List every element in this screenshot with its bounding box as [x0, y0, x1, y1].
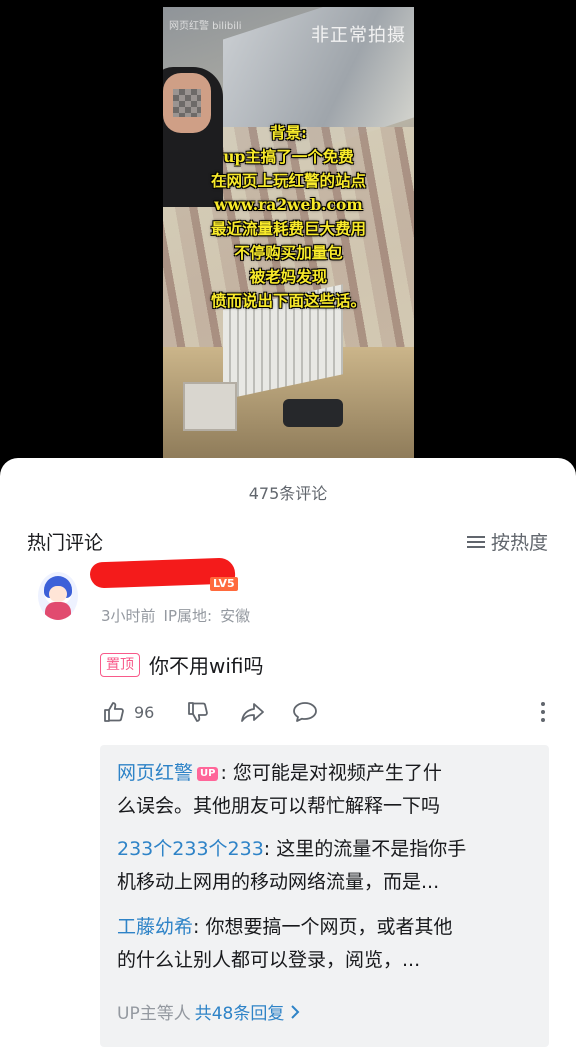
- avatar[interactable]: [38, 572, 78, 620]
- sort-by-heat-button[interactable]: 按热度: [466, 528, 548, 555]
- ip-location: 安徽: [220, 607, 251, 625]
- reply-text-cont: 么误会。其他朋友可以帮忙解释一下吗: [117, 795, 441, 817]
- reply-text: 您可能是对视频产生了什: [232, 762, 442, 784]
- share-icon: [241, 703, 264, 722]
- reply-author[interactable]: 233个233个233: [117, 838, 264, 860]
- like-count: 96: [134, 702, 155, 722]
- reply-summary[interactable]: UP主等人 共48条回复: [117, 999, 302, 1024]
- view-all-replies-link[interactable]: 共48条回复: [195, 999, 285, 1024]
- comment-meta: 3小时前 IP属地: 安徽: [101, 605, 250, 626]
- caption-line: 在网页上玩红警的站点: [210, 171, 366, 190]
- caption-line: 不停购买加量包: [234, 243, 343, 262]
- ip-label: IP属地:: [163, 607, 213, 625]
- caption-line: up主搞了一个免费: [223, 147, 354, 166]
- reply-text: 你想要搞一个网页，或者其他: [205, 916, 453, 938]
- more-icon[interactable]: [540, 702, 546, 726]
- reply-item[interactable]: 工藤幼希: 你想要搞一个网页，或者其他 的什么让别人都可以登录，阅览，...: [117, 911, 517, 977]
- video-player[interactable]: 网页红警 bilibili 非正常拍摄 背景: up主搞了一个免费 在网页上玩红…: [163, 7, 414, 458]
- caption-line: 背景:: [270, 123, 307, 142]
- reply-author[interactable]: 网页红警: [117, 762, 193, 784]
- comment-icon: [293, 702, 317, 722]
- reply-text-cont: 的什么让别人都可以登录，阅览，...: [117, 949, 421, 971]
- share-button[interactable]: [240, 700, 266, 724]
- video-logo: 网页红警 bilibili: [169, 21, 242, 32]
- reply-summary-prefix: UP主等人: [117, 1004, 191, 1024]
- comment-text: 你不用wifi吗: [149, 654, 264, 678]
- dislike-icon: [188, 702, 208, 722]
- reply-text-cont: 机移动上网用的移动网络流量，而是...: [117, 871, 440, 893]
- video-watermark: 非正常拍摄: [311, 25, 406, 46]
- reply-button[interactable]: [292, 700, 318, 724]
- reply-text: 这里的流量不是指你手: [276, 838, 467, 860]
- level-badge: LV5: [210, 577, 238, 591]
- caption-line: www.ra2web.com: [214, 195, 363, 214]
- hot-comments-label: 热门评论: [27, 532, 104, 554]
- pinned-tag: 置顶: [100, 652, 140, 677]
- video-caption: 背景: up主搞了一个免费 在网页上玩红警的站点 www.ra2web.com …: [163, 121, 414, 313]
- video-scene-router: [283, 399, 343, 427]
- face-mosaic: [173, 89, 201, 117]
- comment-actions: 96: [100, 700, 548, 730]
- caption-line: 最近流量耗费巨大费用: [210, 219, 366, 238]
- sort-label: 按热度: [490, 532, 548, 554]
- comment-time: 3小时前: [101, 607, 156, 625]
- like-button[interactable]: 96: [102, 700, 154, 724]
- video-scene-box: [183, 382, 237, 431]
- comments-count-title: 475条评论: [248, 484, 328, 503]
- chevron-right-icon: [291, 1004, 300, 1019]
- caption-line: 被老妈发现: [249, 267, 328, 286]
- reply-author[interactable]: 工藤幼希: [117, 916, 193, 938]
- caption-line: 愤而说出下面这些话。: [210, 291, 366, 310]
- sort-icon: [466, 535, 485, 549]
- video-area[interactable]: 网页红警 bilibili 非正常拍摄 背景: up主搞了一个免费 在网页上玩红…: [0, 0, 576, 458]
- replies-box[interactable]: 网页红警 UP: 您可能是对视频产生了什 么误会。其他朋友可以帮忙解释一下吗 23…: [100, 745, 549, 1047]
- reply-item[interactable]: 233个233个233: 这里的流量不是指你手 机移动上网用的移动网络流量，而是…: [117, 833, 517, 899]
- reply-item[interactable]: 网页红警 UP: 您可能是对视频产生了什 么误会。其他朋友可以帮忙解释一下吗: [117, 757, 517, 823]
- like-icon: [104, 702, 124, 722]
- dislike-button[interactable]: [186, 700, 210, 724]
- comments-sheet: 475条评论 热门评论 按热度 LV5 3小时前 IP属地: 安徽 置顶 你不用…: [0, 458, 576, 1063]
- comment-body: 置顶 你不用wifi吗: [100, 650, 264, 679]
- up-badge: UP: [197, 767, 219, 781]
